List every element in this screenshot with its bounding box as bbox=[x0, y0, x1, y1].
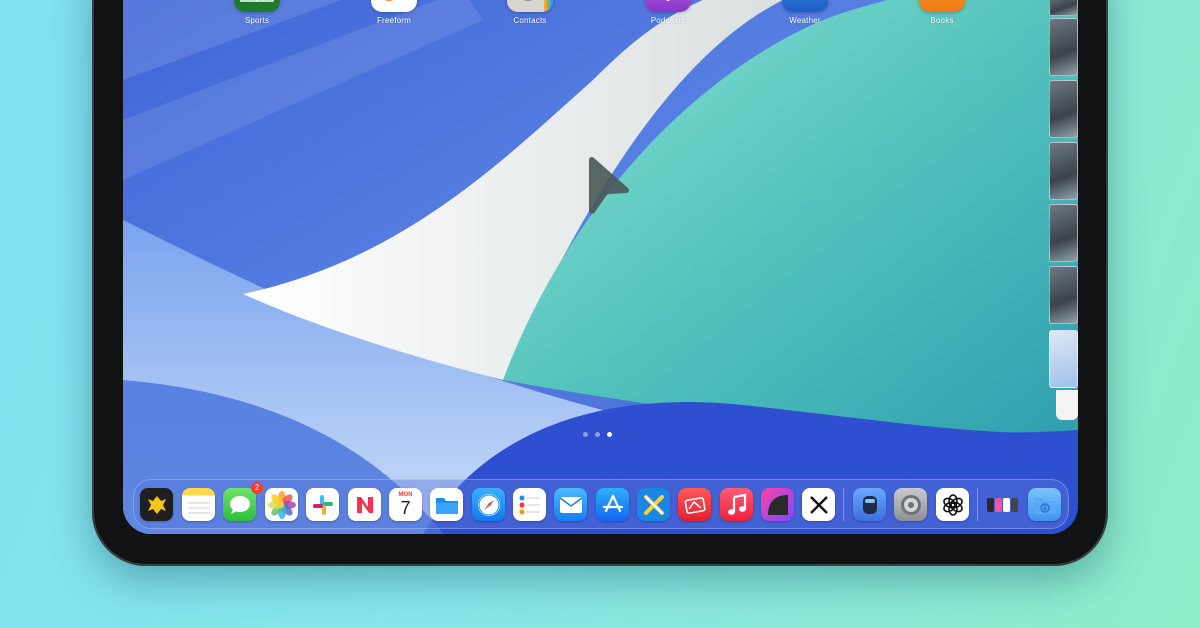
recent-app-thumbnail[interactable] bbox=[1049, 80, 1078, 138]
home-screen: Sports Freeform Contacts Podcasts Weathe… bbox=[123, 0, 1078, 534]
page-dot[interactable] bbox=[583, 432, 588, 437]
weather-icon bbox=[782, 0, 828, 12]
sports-icon bbox=[234, 0, 280, 12]
mail-icon[interactable] bbox=[554, 488, 587, 521]
recent-app-thumbnail[interactable] bbox=[1049, 0, 1078, 16]
safari-icon[interactable] bbox=[472, 488, 505, 521]
app-label: Sports bbox=[244, 16, 270, 25]
app-books[interactable]: Books bbox=[907, 0, 977, 25]
app-label: Podcasts bbox=[650, 16, 686, 25]
recent-app-thumbnail[interactable] bbox=[1049, 266, 1078, 324]
recent-apps-icon[interactable] bbox=[986, 488, 1019, 521]
page-dot[interactable] bbox=[595, 432, 600, 437]
settings-icon[interactable] bbox=[894, 488, 927, 521]
app-store-icon[interactable] bbox=[596, 488, 629, 521]
app-contacts[interactable]: Contacts bbox=[495, 0, 565, 25]
app-label: Books bbox=[930, 16, 954, 25]
downloads-folder-icon[interactable] bbox=[1028, 488, 1061, 521]
pixelmator-icon[interactable] bbox=[678, 488, 711, 521]
messages-icon[interactable]: 2 bbox=[223, 482, 263, 521]
arc-icon[interactable] bbox=[761, 488, 794, 521]
calendar-day: 7 bbox=[400, 498, 411, 518]
app-label: Weather bbox=[789, 16, 821, 25]
tes-app-icon[interactable] bbox=[140, 488, 173, 521]
calendar-icon[interactable]: MON 7 bbox=[389, 488, 422, 521]
recent-app-thumbnail[interactable] bbox=[1049, 204, 1078, 262]
page-indicator[interactable] bbox=[583, 432, 612, 437]
xcode-toolbox-icon[interactable] bbox=[637, 488, 670, 521]
app-freeform[interactable]: Freeform bbox=[359, 0, 429, 25]
recent-app-thumbnail[interactable] bbox=[1049, 18, 1078, 76]
chatgpt-icon[interactable] bbox=[936, 488, 969, 521]
recent-app-thumbnail[interactable] bbox=[1049, 330, 1078, 388]
app-weather[interactable]: Weather bbox=[770, 0, 840, 25]
app-label: Freeform bbox=[376, 16, 412, 25]
slack-icon[interactable] bbox=[306, 488, 339, 521]
page-dot-active[interactable] bbox=[607, 432, 612, 437]
pointer-cursor-icon bbox=[589, 156, 630, 214]
dock-separator bbox=[843, 488, 844, 521]
slide-over-panel[interactable] bbox=[1056, 390, 1078, 420]
freeform-icon bbox=[371, 0, 417, 12]
wallpaper bbox=[123, 0, 1078, 534]
notification-badge: 2 bbox=[251, 482, 263, 494]
contacts-icon bbox=[507, 0, 553, 12]
books-icon bbox=[919, 0, 965, 12]
music-icon[interactable] bbox=[720, 488, 753, 521]
app-label: Contacts bbox=[513, 16, 547, 25]
photos-icon[interactable] bbox=[265, 488, 298, 521]
files-icon[interactable] bbox=[430, 488, 463, 521]
x-icon[interactable] bbox=[802, 488, 835, 521]
app-podcasts[interactable]: Podcasts bbox=[633, 0, 703, 25]
reality-icon[interactable] bbox=[853, 488, 886, 521]
recent-app-thumbnail[interactable] bbox=[1049, 142, 1078, 200]
reminders-icon[interactable] bbox=[513, 488, 546, 521]
app-sports[interactable]: Sports bbox=[222, 0, 292, 25]
dock-separator bbox=[977, 488, 978, 521]
notes-icon[interactable] bbox=[182, 488, 215, 521]
podcasts-icon bbox=[645, 0, 691, 12]
news-icon[interactable] bbox=[348, 488, 381, 521]
